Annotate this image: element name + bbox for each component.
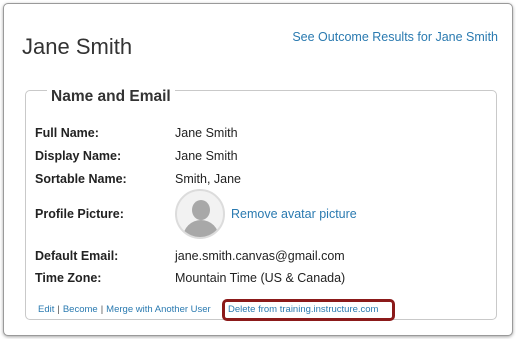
full-name-row: Full Name: Jane Smith: [35, 126, 238, 140]
avatar: [175, 189, 225, 239]
user-actions: Edit | Become | Merge with Another User: [38, 304, 211, 315]
display-name-row: Display Name: Jane Smith: [35, 149, 238, 163]
avatar-head: [192, 200, 210, 220]
time-zone-row: Time Zone: Mountain Time (US & Canada): [35, 271, 345, 285]
merge-user-link[interactable]: Merge with Another User: [106, 304, 211, 315]
separator: |: [57, 304, 60, 315]
section-title: Name and Email: [47, 88, 175, 106]
edit-link[interactable]: Edit: [38, 304, 54, 315]
sortable-name-value: Smith, Jane: [175, 172, 242, 186]
display-name-label: Display Name:: [35, 149, 122, 163]
default-email-row: Default Email: jane.smith.canvas@gmail.c…: [35, 249, 345, 263]
profile-picture-label: Profile Picture:: [35, 207, 124, 221]
remove-avatar-link[interactable]: Remove avatar picture: [231, 207, 357, 221]
full-name-label: Full Name:: [35, 126, 99, 140]
profile-picture-row: Profile Picture: Remove avatar picture: [35, 189, 357, 239]
display-name-value: Jane Smith: [175, 149, 238, 163]
avatar-body: [183, 220, 219, 237]
become-link[interactable]: Become: [63, 304, 98, 315]
separator: |: [100, 304, 104, 315]
time-zone-label: Time Zone:: [35, 271, 102, 285]
full-name-value: Jane Smith: [175, 126, 238, 140]
default-email-label: Default Email:: [35, 249, 119, 263]
sortable-name-label: Sortable Name:: [35, 172, 127, 186]
default-email-value: jane.smith.canvas@gmail.com: [175, 249, 345, 263]
outcome-results-link[interactable]: See Outcome Results for Jane Smith: [292, 30, 498, 44]
page-title: Jane Smith: [22, 34, 133, 59]
sortable-name-row: Sortable Name: Smith, Jane: [35, 172, 241, 186]
time-zone-value: Mountain Time (US & Canada): [175, 271, 346, 285]
delete-user-link[interactable]: Delete from training.instructure.com: [228, 304, 378, 315]
